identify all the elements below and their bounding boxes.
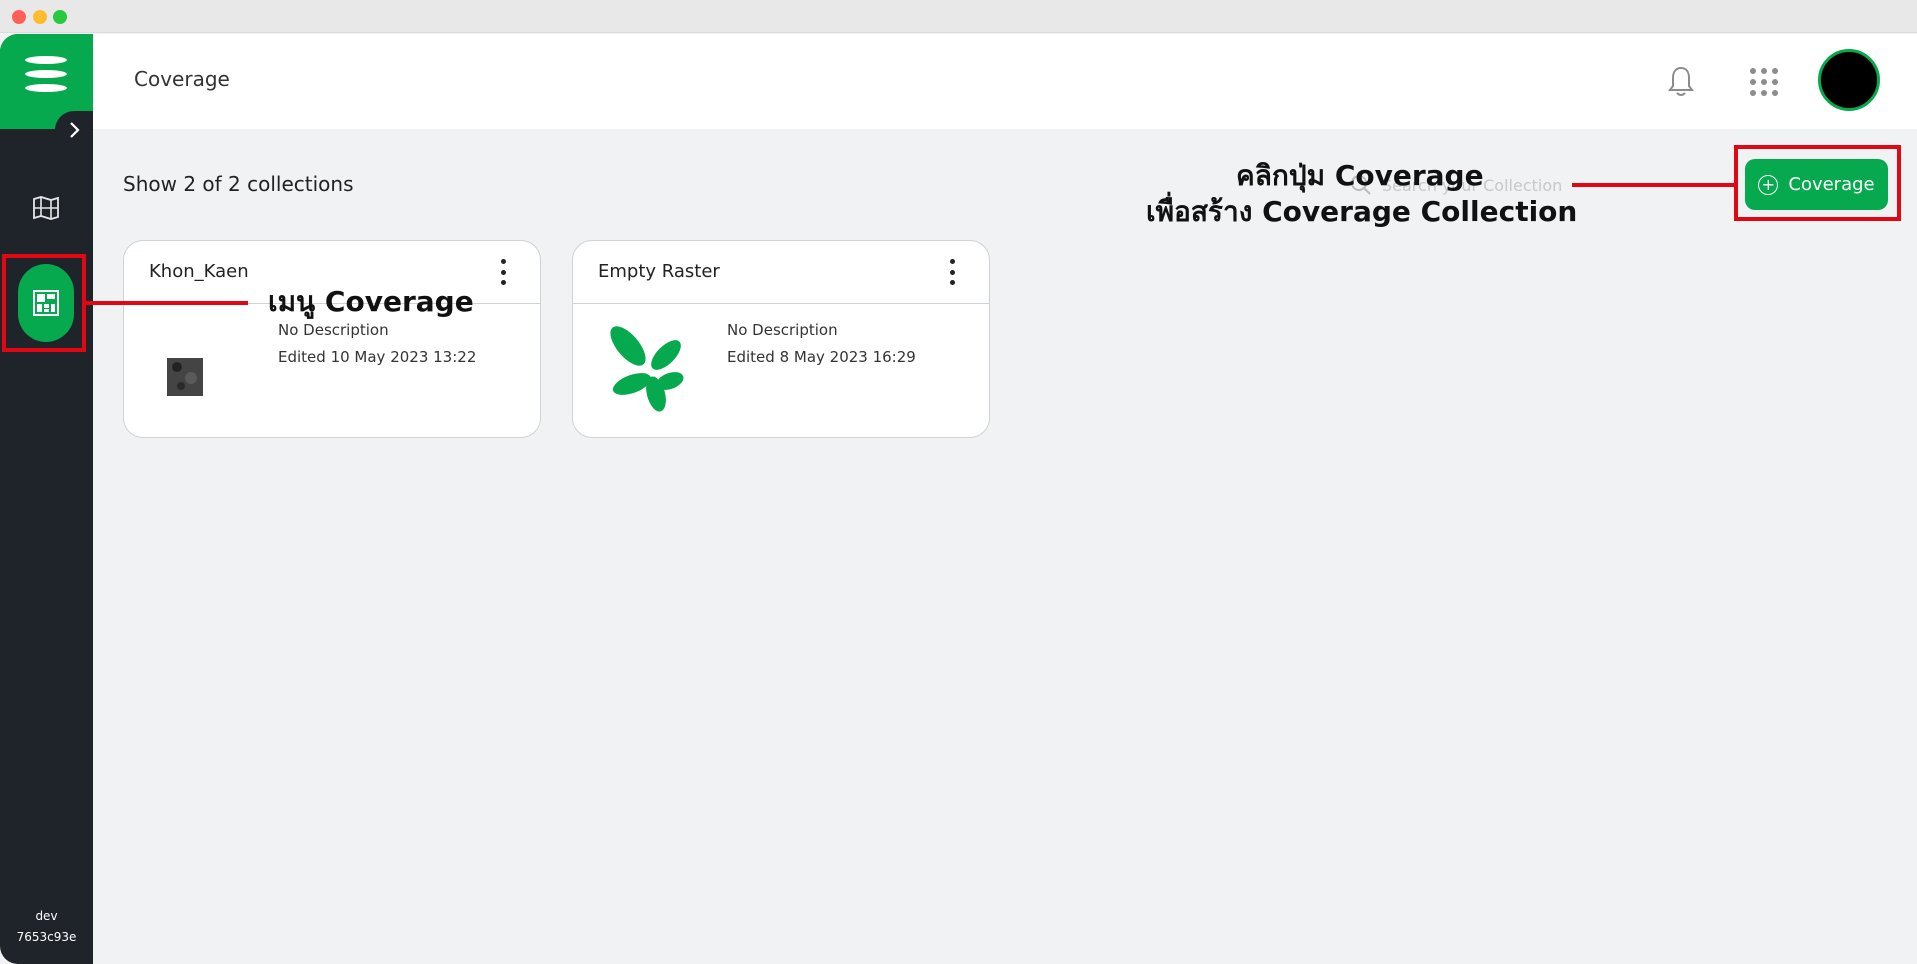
card-divider xyxy=(573,303,989,304)
map-icon xyxy=(33,196,59,220)
collection-edited: Edited 8 May 2023 16:29 xyxy=(727,348,916,366)
collection-title: Empty Raster xyxy=(598,261,720,282)
card-menu-button[interactable] xyxy=(945,259,959,285)
notifications-button[interactable] xyxy=(1666,65,1696,99)
button-callout-line xyxy=(1572,183,1734,187)
bell-icon xyxy=(1668,66,1694,96)
collection-edited: Edited 10 May 2023 13:22 xyxy=(278,348,477,366)
top-header: Coverage xyxy=(93,34,1917,129)
button-highlight-box xyxy=(1734,145,1901,221)
card-menu-button[interactable] xyxy=(496,259,510,285)
menu-highlight-box xyxy=(2,254,86,352)
apps-button[interactable] xyxy=(1749,67,1779,97)
sidebar: dev 7653c93e xyxy=(0,34,93,964)
sidebar-item-map[interactable] xyxy=(30,192,62,224)
brand-logo-icon xyxy=(25,56,67,92)
collection-thumbnail xyxy=(598,321,688,416)
button-callout-line2: เพื่อสร้าง Coverage Collection xyxy=(1146,195,1578,228)
expand-sidebar-button[interactable] xyxy=(55,111,93,149)
build-info: dev 7653c93e xyxy=(0,906,93,948)
build-hash: 7653c93e xyxy=(16,930,77,944)
leaf-logo-icon xyxy=(610,326,684,412)
menu-callout-text: เมนู Coverage xyxy=(268,285,474,318)
collection-title: Khon_Kaen xyxy=(149,261,249,282)
apps-grid-icon xyxy=(1750,68,1778,96)
menu-callout-line xyxy=(86,301,248,305)
more-vertical-icon xyxy=(949,259,955,264)
more-vertical-icon xyxy=(500,259,506,264)
collection-thumbnail xyxy=(167,358,203,396)
collection-card[interactable]: Khon_Kaen No Description Edited 10 May 2… xyxy=(123,240,541,438)
build-label: dev xyxy=(35,909,58,923)
page-title: Coverage xyxy=(134,67,230,91)
collection-description: No Description xyxy=(727,321,838,339)
collections-count: Show 2 of 2 collections xyxy=(123,172,354,196)
maximize-window-button[interactable] xyxy=(53,10,67,24)
minimize-window-button[interactable] xyxy=(33,10,47,24)
window-titlebar xyxy=(0,0,1917,33)
chevron-right-icon xyxy=(70,122,80,138)
user-avatar[interactable] xyxy=(1818,49,1880,111)
collection-card[interactable]: Empty Raster No Description Edited 8 May… xyxy=(572,240,990,438)
close-window-button[interactable] xyxy=(12,10,26,24)
app-window: dev 7653c93e Coverage Show 2 of 2 collec… xyxy=(0,0,1917,964)
